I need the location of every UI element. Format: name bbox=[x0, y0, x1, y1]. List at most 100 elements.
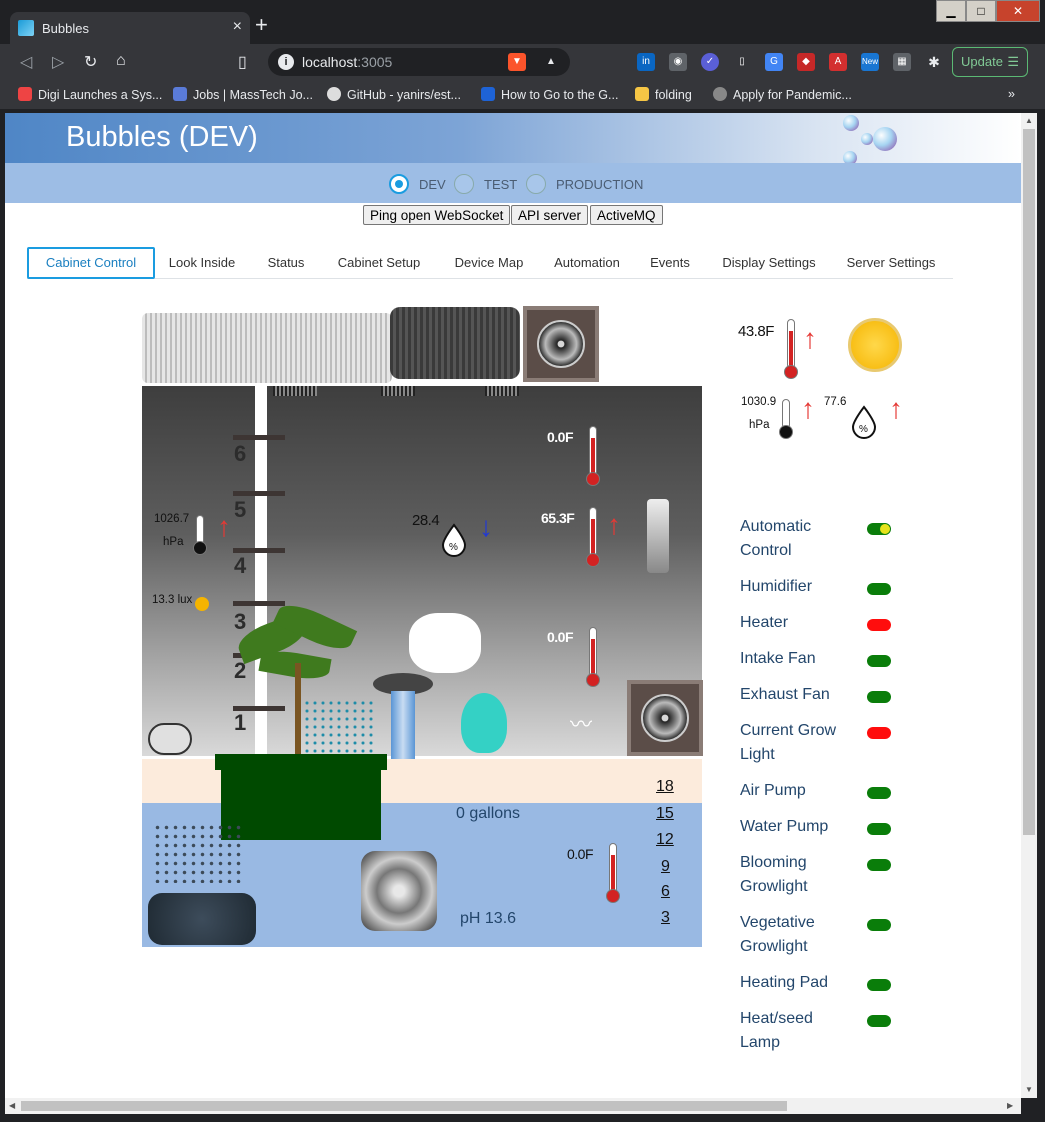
toggle-heat-seed-lamp[interactable] bbox=[867, 1015, 891, 1027]
forward-icon[interactable]: ▷ bbox=[52, 52, 64, 72]
update-button[interactable]: Update ☰ bbox=[952, 47, 1028, 77]
translate-icon[interactable]: G bbox=[765, 53, 783, 71]
bookmark-item[interactable]: GitHub - yanirs/est... bbox=[327, 87, 461, 102]
toggle-vegetative-growlight[interactable] bbox=[867, 919, 891, 931]
tabs-extension-icon[interactable]: ▦ bbox=[893, 53, 911, 71]
vertical-scroll-thumb[interactable] bbox=[1023, 129, 1035, 835]
reload-icon[interactable]: ↻ bbox=[84, 52, 97, 72]
toggle-water-pump[interactable] bbox=[867, 823, 891, 835]
linkedin-icon[interactable]: in bbox=[637, 53, 655, 71]
water-pump-icon[interactable] bbox=[361, 851, 437, 931]
air-pump-icon[interactable] bbox=[148, 723, 192, 755]
toggle-heater[interactable] bbox=[867, 619, 891, 631]
control-label-blooming-growlight: Blooming Growlight bbox=[740, 854, 808, 895]
water-volume: 0 gallons bbox=[456, 805, 521, 822]
exhaust-fan-icon[interactable] bbox=[627, 680, 703, 756]
toggle-automatic-control[interactable] bbox=[867, 523, 891, 535]
airflow-icon: 〰 bbox=[570, 712, 593, 737]
toggle-humidifier[interactable] bbox=[867, 583, 891, 595]
env-radio-production[interactable] bbox=[526, 174, 546, 194]
light-sensor-icon bbox=[195, 597, 209, 611]
shelf-rung bbox=[233, 435, 285, 440]
water-ph: pH 13.6 bbox=[460, 910, 517, 927]
close-window-icon[interactable]: ✕ bbox=[996, 0, 1040, 22]
toggle-air-pump[interactable] bbox=[867, 787, 891, 799]
horizontal-scroll-thumb[interactable] bbox=[21, 1101, 787, 1111]
water-level-mark: 15 bbox=[656, 805, 674, 822]
toggle-heating-pad[interactable] bbox=[867, 979, 891, 991]
thermometer-icon bbox=[783, 319, 799, 379]
tab-device-map[interactable]: Device Map bbox=[448, 247, 530, 279]
tab-look-inside[interactable]: Look Inside bbox=[164, 247, 240, 279]
puzzle-icon[interactable]: ✱ bbox=[925, 53, 943, 71]
bookmark-item[interactable]: folding bbox=[635, 87, 692, 102]
home-icon[interactable]: ⌂ bbox=[116, 52, 126, 70]
vertical-scrollbar[interactable]: ▲ ▼ bbox=[1021, 113, 1037, 1098]
scroll-down-icon[interactable]: ▼ bbox=[1025, 1085, 1033, 1094]
horizontal-scrollbar[interactable]: ◀ ▶ bbox=[5, 1098, 1021, 1114]
cabinet-pressure-unit: hPa bbox=[163, 536, 184, 548]
bookmark-item[interactable]: How to Go to the G... bbox=[481, 87, 618, 102]
cabinet-humidity-value: 28.4 bbox=[412, 512, 440, 529]
site-info-icon[interactable]: i bbox=[278, 54, 294, 70]
scroll-left-icon[interactable]: ◀ bbox=[9, 1101, 15, 1110]
up-arrow-icon: ↑ bbox=[217, 511, 231, 542]
tab-automation[interactable]: Automation bbox=[547, 247, 627, 279]
extension-red-icon[interactable]: ◆ bbox=[797, 53, 815, 71]
tab-cabinet-setup[interactable]: Cabinet Setup bbox=[332, 247, 426, 279]
control-label-water-pump: Water Pump bbox=[740, 818, 829, 835]
bookmark-extension-icon[interactable]: ▯ bbox=[733, 53, 751, 71]
intake-fan-icon[interactable] bbox=[523, 306, 599, 382]
bookmark-page-icon[interactable]: ▯ bbox=[238, 52, 247, 72]
brave-shield-icon[interactable]: ▼ bbox=[508, 53, 526, 71]
scroll-up-icon[interactable]: ▲ bbox=[1025, 116, 1033, 125]
env-radio-test[interactable] bbox=[454, 174, 474, 194]
env-radio-dev[interactable] bbox=[389, 174, 409, 194]
env-label-dev: DEV bbox=[419, 177, 446, 192]
camera-icon[interactable]: ◉ bbox=[669, 53, 687, 71]
bubble-logo-icon bbox=[873, 127, 897, 151]
bookmark-item[interactable]: Digi Launches a Sys... bbox=[18, 87, 162, 102]
bookmark-item[interactable]: Apply for Pandemic... bbox=[713, 87, 852, 102]
tab-display-settings[interactable]: Display Settings bbox=[719, 247, 819, 279]
bookmarks-overflow-icon[interactable]: » bbox=[1008, 87, 1015, 101]
address-bar[interactable]: i localhost:3005 ▼ ▲ bbox=[268, 48, 570, 76]
minimize-window-icon[interactable]: ▁ bbox=[936, 0, 966, 22]
new-tab-icon[interactable]: + bbox=[255, 14, 268, 36]
carbon-filter-icon bbox=[390, 307, 520, 379]
outside-pressure-unit: hPa bbox=[749, 419, 770, 431]
maximize-window-icon[interactable]: □ bbox=[966, 0, 996, 22]
check-extension-icon[interactable]: ✓ bbox=[701, 53, 719, 71]
update-label: Update bbox=[961, 54, 1003, 69]
back-icon[interactable]: ◁ bbox=[20, 52, 32, 72]
browser-tab[interactable]: Bubbles × bbox=[10, 12, 250, 44]
humidifier-icon[interactable] bbox=[461, 693, 507, 753]
thermometer-icon bbox=[605, 843, 621, 903]
close-tab-icon[interactable]: × bbox=[233, 18, 242, 36]
tab-cabinet-control[interactable]: Cabinet Control bbox=[27, 247, 155, 279]
tab-status[interactable]: Status bbox=[262, 247, 310, 279]
brave-rewards-icon[interactable]: ▲ bbox=[542, 53, 560, 71]
water-temp: 0.0F bbox=[567, 846, 594, 862]
svg-text:%: % bbox=[449, 542, 458, 553]
api-server-button[interactable]: API server bbox=[511, 205, 589, 225]
toggle-exhaust-fan[interactable] bbox=[867, 691, 891, 703]
activemq-button[interactable]: ActiveMQ bbox=[590, 205, 663, 225]
thermometer-icon bbox=[585, 426, 601, 486]
ping-websocket-button[interactable]: Ping open WebSocket bbox=[363, 205, 511, 225]
pdf-icon[interactable]: A bbox=[829, 53, 847, 71]
new-extension-icon[interactable]: New bbox=[861, 53, 879, 71]
control-label-heating-pad: Heating Pad bbox=[740, 974, 829, 991]
toggle-grow-light[interactable] bbox=[867, 727, 891, 739]
tab-events[interactable]: Events bbox=[647, 247, 693, 279]
scroll-right-icon[interactable]: ▶ bbox=[1007, 1101, 1013, 1110]
toggle-blooming-growlight[interactable] bbox=[867, 859, 891, 871]
control-label-vegetative-growlight: Vegetative Growlight bbox=[740, 914, 815, 955]
cabinet-temp-top: 0.0F bbox=[547, 429, 574, 445]
bookmark-item[interactable]: Jobs | MassTech Jo... bbox=[173, 87, 313, 102]
toggle-intake-fan[interactable] bbox=[867, 655, 891, 667]
steam-icon bbox=[409, 613, 481, 673]
bookmark-label: Jobs | MassTech Jo... bbox=[193, 88, 313, 102]
tab-server-settings[interactable]: Server Settings bbox=[843, 247, 939, 279]
control-label-air-pump: Air Pump bbox=[740, 782, 806, 799]
